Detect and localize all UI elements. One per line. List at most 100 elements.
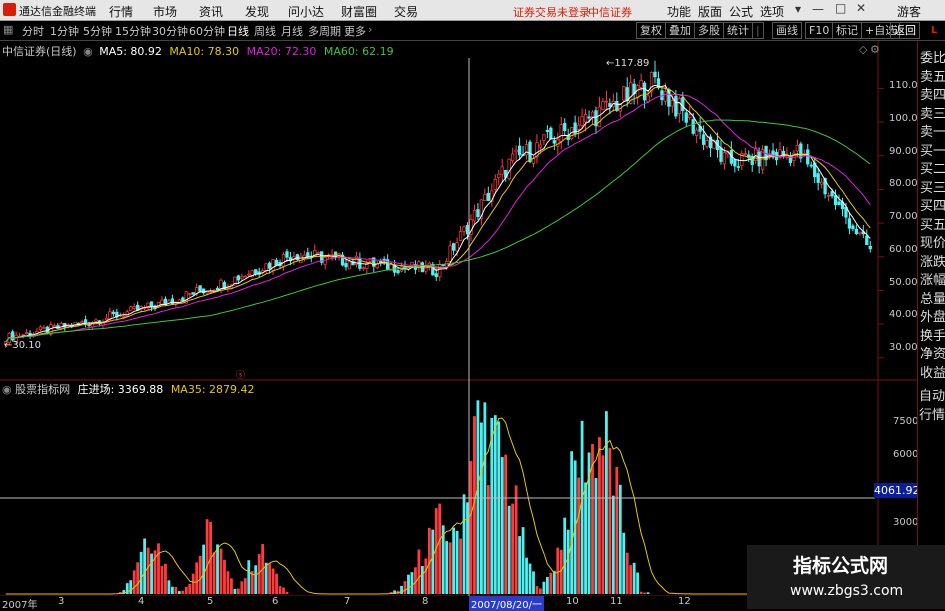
candle-body [486,192,490,201]
candle-body [295,254,300,261]
indicator-bar [146,547,150,594]
candle-body [622,86,626,101]
candle-body [663,91,668,102]
candle-body [382,258,386,261]
indicator-bar [500,457,504,594]
candle-body [59,322,63,329]
candle-body [285,251,289,258]
indicator-bar [615,466,619,594]
indicator-bar [549,572,553,594]
quote-field-label[interactable]: 卖一 [920,121,945,140]
candle-body [750,155,754,165]
indicator-bar [420,565,424,594]
candle-body [587,116,591,119]
indicator-bar [184,586,188,594]
quote-field-label[interactable]: 买二 [920,158,945,177]
indicator-bar [247,560,251,594]
quote-field-label[interactable]: 总量 [920,288,945,307]
candle-body [316,252,320,254]
indicator-bar [556,547,560,594]
sub-settings-icon[interactable]: ◉ [2,383,12,396]
quote-field-label[interactable]: 净资 [920,343,945,362]
indicator-bar [219,548,223,594]
quote-field-label[interactable]: 买三 [920,177,945,196]
ma5-label: MA5: 80.92 [99,45,162,58]
candle-body [556,139,560,147]
candle-body [94,319,98,322]
candle-body [243,275,247,278]
candle-body [347,260,352,270]
indicator-bar [497,421,501,594]
quote-field-label[interactable]: 外盘 [920,306,945,325]
indicator-bar [410,572,414,594]
indicator-bar [545,577,549,594]
candle-body [542,134,546,141]
candle-body [476,209,480,218]
candle-body [684,112,688,123]
indicator-bar [223,559,226,594]
kline-chart[interactable]: ⓢ [0,0,945,609]
y-label-30: 30.00 [889,342,918,353]
candle-body [653,71,657,78]
quote-field-label[interactable]: 买四 [920,195,945,214]
y-label-60: 60.00 [889,244,918,255]
indicator-bar [403,581,407,594]
candle-body [833,195,838,206]
candle-body [497,173,501,178]
candle-body [642,82,647,101]
indicator-bar [598,437,601,594]
candle-body [646,95,650,102]
candle-body [240,276,244,280]
indicator-line1: 庄进场: 3369.88 [77,383,164,396]
indicator-bar [618,484,622,594]
candle-body [826,194,831,197]
quote-field-label[interactable]: 涨跌 [920,251,945,270]
candle-body [80,321,84,323]
indicator-bar [205,519,209,594]
candle-body [719,147,723,162]
settings-icon[interactable]: ⚙ [870,43,880,56]
indicator-bar [198,555,202,594]
indicator-bar [282,587,285,594]
indicator-bar [424,558,428,594]
candle-body [830,191,834,197]
quote-field-label[interactable]: 委比 [920,47,945,66]
sub-label-6000: 6000 [893,449,919,460]
quote-field-label[interactable]: 卖四 [920,84,945,103]
quote-field-label[interactable]: 卖五 [920,66,945,85]
quote-field-label[interactable]: 卖三 [920,103,945,122]
indicator-bar [462,494,466,594]
indicator-bar [559,549,563,594]
quote-field-label[interactable]: 涨幅 [920,269,945,288]
quote-field-label[interactable]: 现价 [920,232,945,251]
stock-title: 中信证券(日线) [2,45,77,58]
candle-body [458,231,463,241]
zoom-icon[interactable]: ◇ [859,43,867,56]
auto-quote-label[interactable]: 自动 [919,385,945,404]
indicator-bar [563,517,567,594]
auto-quote-label[interactable]: 行情 [919,404,945,423]
quote-field-label[interactable]: 买五 [920,214,945,233]
indicator-bar [233,588,237,594]
indicator-bar [601,455,605,594]
ma20-label: MA20: 72.30 [246,45,317,58]
high-annotation: ←117.89 [606,58,649,69]
indicator-bar [150,553,153,594]
x-label: 5 [207,596,214,607]
quote-field-label[interactable]: 换手 [920,325,945,344]
y-label-90: 90.00 [889,146,918,157]
indicator-bar [525,557,528,594]
x-label: 11 [610,596,623,607]
candle-body [281,254,286,267]
quote-field-label[interactable]: 收益 [920,362,945,381]
indicator-bar [174,587,178,594]
y-label-70: 70.00 [889,211,918,222]
x-label: 6 [272,596,279,607]
candle-body [455,242,459,252]
candle-body [132,306,136,309]
indicator-bar [643,592,646,594]
quote-field-label[interactable]: 买一 [920,140,945,159]
indicator-bar [160,565,164,594]
legend-settings-icon[interactable]: ◉ [83,45,93,58]
candle-body [111,311,116,314]
